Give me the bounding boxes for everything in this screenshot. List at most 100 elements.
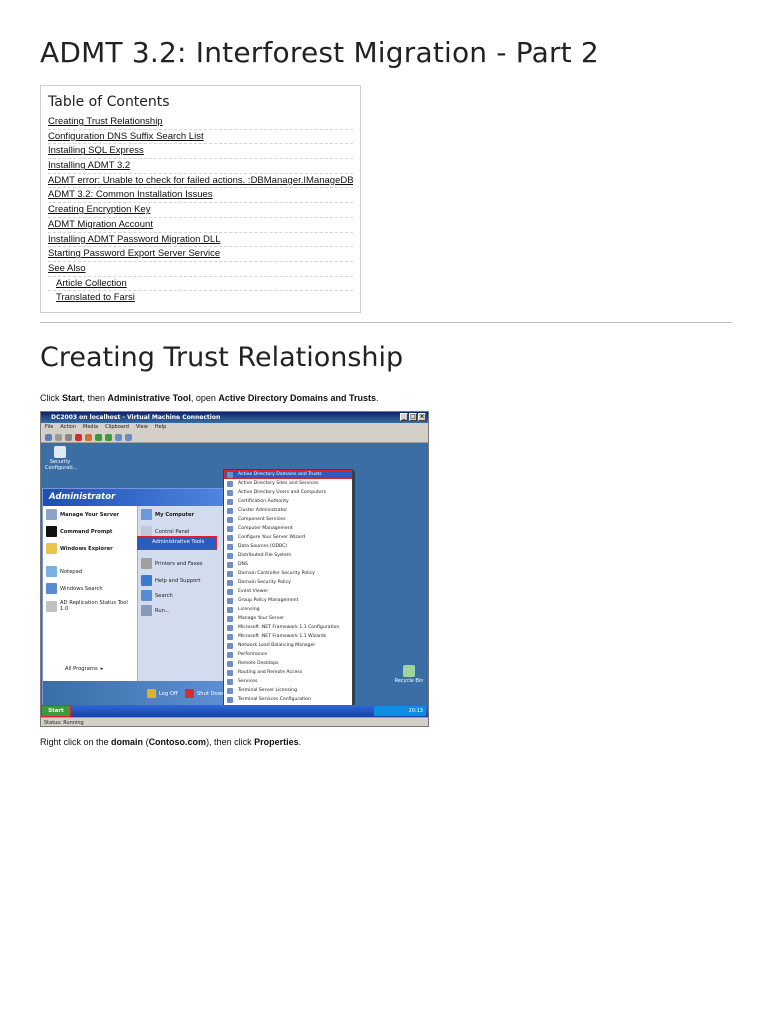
list-item: ADMT error: Unable to check for failed a… — [48, 174, 353, 189]
computer-icon — [141, 509, 152, 520]
list-item: Starting Password Export Server Service — [48, 247, 353, 262]
page-title: ADMT 3.2: Interforest Migration - Part 2 — [40, 36, 599, 69]
toc-link[interactable]: Starting Password Export Server Service — [48, 248, 220, 259]
start-menu-item: Notepad — [46, 566, 82, 577]
submenu-item: Domain Security Policy — [224, 578, 352, 587]
start-menu-item: My Computer — [141, 509, 194, 520]
start-menu: Administrator Manage Your Server Command… — [42, 488, 226, 708]
section-title: Creating Trust Relationship — [40, 342, 404, 373]
log-off-icon — [147, 689, 156, 698]
toc-link[interactable]: Creating Trust Relationship — [48, 116, 163, 127]
shut-down: Shut Down — [185, 689, 225, 698]
submenu-item: Routing and Remote Access — [224, 668, 352, 677]
start-menu-right: My Computer Control Panel Printers and F… — [137, 506, 225, 681]
toc-link[interactable]: Configuration DNS Suffix Search List — [48, 131, 204, 142]
screenshot-image: DC2003 on localhost - Virtual Machine Co… — [40, 411, 429, 727]
log-off: Log Off — [147, 689, 178, 698]
printer-icon — [141, 558, 152, 569]
toc-link[interactable]: Creating Encryption Key — [48, 204, 150, 215]
submenu-item: Active Directory Domains and Trusts — [224, 470, 352, 479]
notepad-icon — [46, 566, 57, 577]
submenu-item: Component Services — [224, 515, 352, 524]
submenu-item: Licensing — [224, 605, 352, 614]
system-tray: 20:13 — [374, 706, 426, 716]
toc-link[interactable]: ADMT 3.2: Common Installation Issues — [48, 189, 213, 200]
cmd-icon — [46, 526, 57, 537]
submenu-item: Terminal Services Configuration — [224, 695, 352, 704]
close-icon: × — [418, 413, 426, 421]
start-menu-item: Command Prompt — [46, 526, 112, 537]
server-icon — [46, 509, 57, 520]
submenu-item: Data Sources (ODBC) — [224, 542, 352, 551]
toc-link[interactable]: ADMT error: Unable to check for failed a… — [48, 175, 353, 186]
submenu-item: Microsoft .NET Framework 1.1 Configurati… — [224, 623, 352, 632]
toc-heading: Table of Contents — [48, 94, 170, 110]
list-item: Installing SQL Express — [48, 144, 353, 160]
admin-tools-highlight: Administrative Tools — [137, 536, 217, 550]
submenu-item: Performance — [224, 650, 352, 659]
toc-list: Creating Trust Relationship Configuratio… — [48, 115, 353, 306]
submenu-item: Computer Management — [224, 524, 352, 533]
list-item: Installing ADMT 3.2 — [48, 159, 353, 174]
all-programs: All Programs ▸ — [65, 666, 104, 672]
help-icon — [141, 575, 152, 586]
start-menu-item: AD Replication Status Tool 1.0 — [46, 600, 134, 612]
taskbar: Start 20:13 — [41, 705, 428, 717]
folder-icon — [46, 543, 57, 554]
toc-link[interactable]: See Also — [48, 263, 86, 274]
submenu-item: Manage Your Server — [224, 614, 352, 623]
list-item: Translated to Farsi — [48, 291, 353, 306]
start-button: Start — [41, 705, 71, 717]
submenu-item: DNS — [224, 560, 352, 569]
submenu-item: Configure Your Server Wizard — [224, 533, 352, 542]
window-titlebar: DC2003 on localhost - Virtual Machine Co… — [41, 412, 428, 423]
ctrl-alt-del-icon — [45, 433, 52, 441]
instruction-paragraph: Right click on the domain (Contoso.com),… — [40, 737, 302, 747]
start-menu-item: Windows Explorer — [46, 543, 113, 554]
list-item: ADMT Migration Account — [48, 218, 353, 233]
submenu-item: Microsoft .NET Framework 1.1 Wizards — [224, 632, 352, 641]
submenu-item: Terminal Server Licensing — [224, 686, 352, 695]
submenu-item: Network Load Balancing Manager — [224, 641, 352, 650]
start-menu-user: Administrator — [43, 489, 225, 506]
toc-link[interactable]: Installing ADMT 3.2 — [48, 160, 130, 171]
play-icon — [105, 433, 112, 441]
maximize-icon: □ — [409, 413, 417, 421]
list-item: Configuration DNS Suffix Search List — [48, 130, 353, 145]
toc-link[interactable]: ADMT Migration Account — [48, 219, 153, 230]
section-divider — [40, 322, 732, 323]
submenu-item: Domain Controller Security Policy — [224, 569, 352, 578]
search-icon — [46, 583, 57, 594]
power-icon — [185, 689, 194, 698]
list-item: Creating Trust Relationship — [48, 115, 353, 130]
start-menu-item: Printers and Faxes — [141, 558, 203, 569]
snapshot-icon — [115, 433, 122, 441]
pause-icon — [95, 433, 102, 441]
list-item: Article Collection — [48, 277, 353, 292]
toc-sublink[interactable]: Article Collection — [56, 278, 127, 289]
recycle-bin-icon: Recycle Bin — [391, 665, 427, 684]
submenu-item: Active Directory Users and Computers — [224, 488, 352, 497]
toc-sublink[interactable]: Translated to Farsi — [56, 292, 135, 303]
submenu-item: Group Policy Management — [224, 596, 352, 605]
instruction-paragraph: Click Start, then Administrative Tool, o… — [40, 393, 379, 403]
submenu-item: Event Viewer — [224, 587, 352, 596]
submenu-item: Cluster Administrator — [224, 506, 352, 515]
list-item: Creating Encryption Key — [48, 203, 353, 218]
submenu-item: Services — [224, 677, 352, 686]
submenu-item: Remote Desktops — [224, 659, 352, 668]
vm-status-bar: Status: Running — [41, 717, 428, 726]
revert-icon — [125, 433, 132, 441]
table-of-contents: Table of Contents Creating Trust Relatio… — [40, 85, 361, 313]
toc-link[interactable]: Installing SQL Express — [48, 145, 144, 156]
save-icon — [85, 433, 92, 441]
start-menu-item: Manage Your Server — [46, 509, 119, 520]
start-menu-left: Manage Your Server Command Prompt Window… — [43, 506, 137, 681]
submenu-item: Certification Authority — [224, 497, 352, 506]
window-menubar: File Action Media Clipboard View Help — [41, 423, 428, 432]
tool-icon — [46, 600, 57, 612]
submenu-item: Distributed File System — [224, 551, 352, 560]
toc-link[interactable]: Installing ADMT Password Migration DLL — [48, 234, 220, 245]
start-menu-item: Windows Search — [46, 583, 103, 594]
run-icon — [141, 605, 152, 616]
